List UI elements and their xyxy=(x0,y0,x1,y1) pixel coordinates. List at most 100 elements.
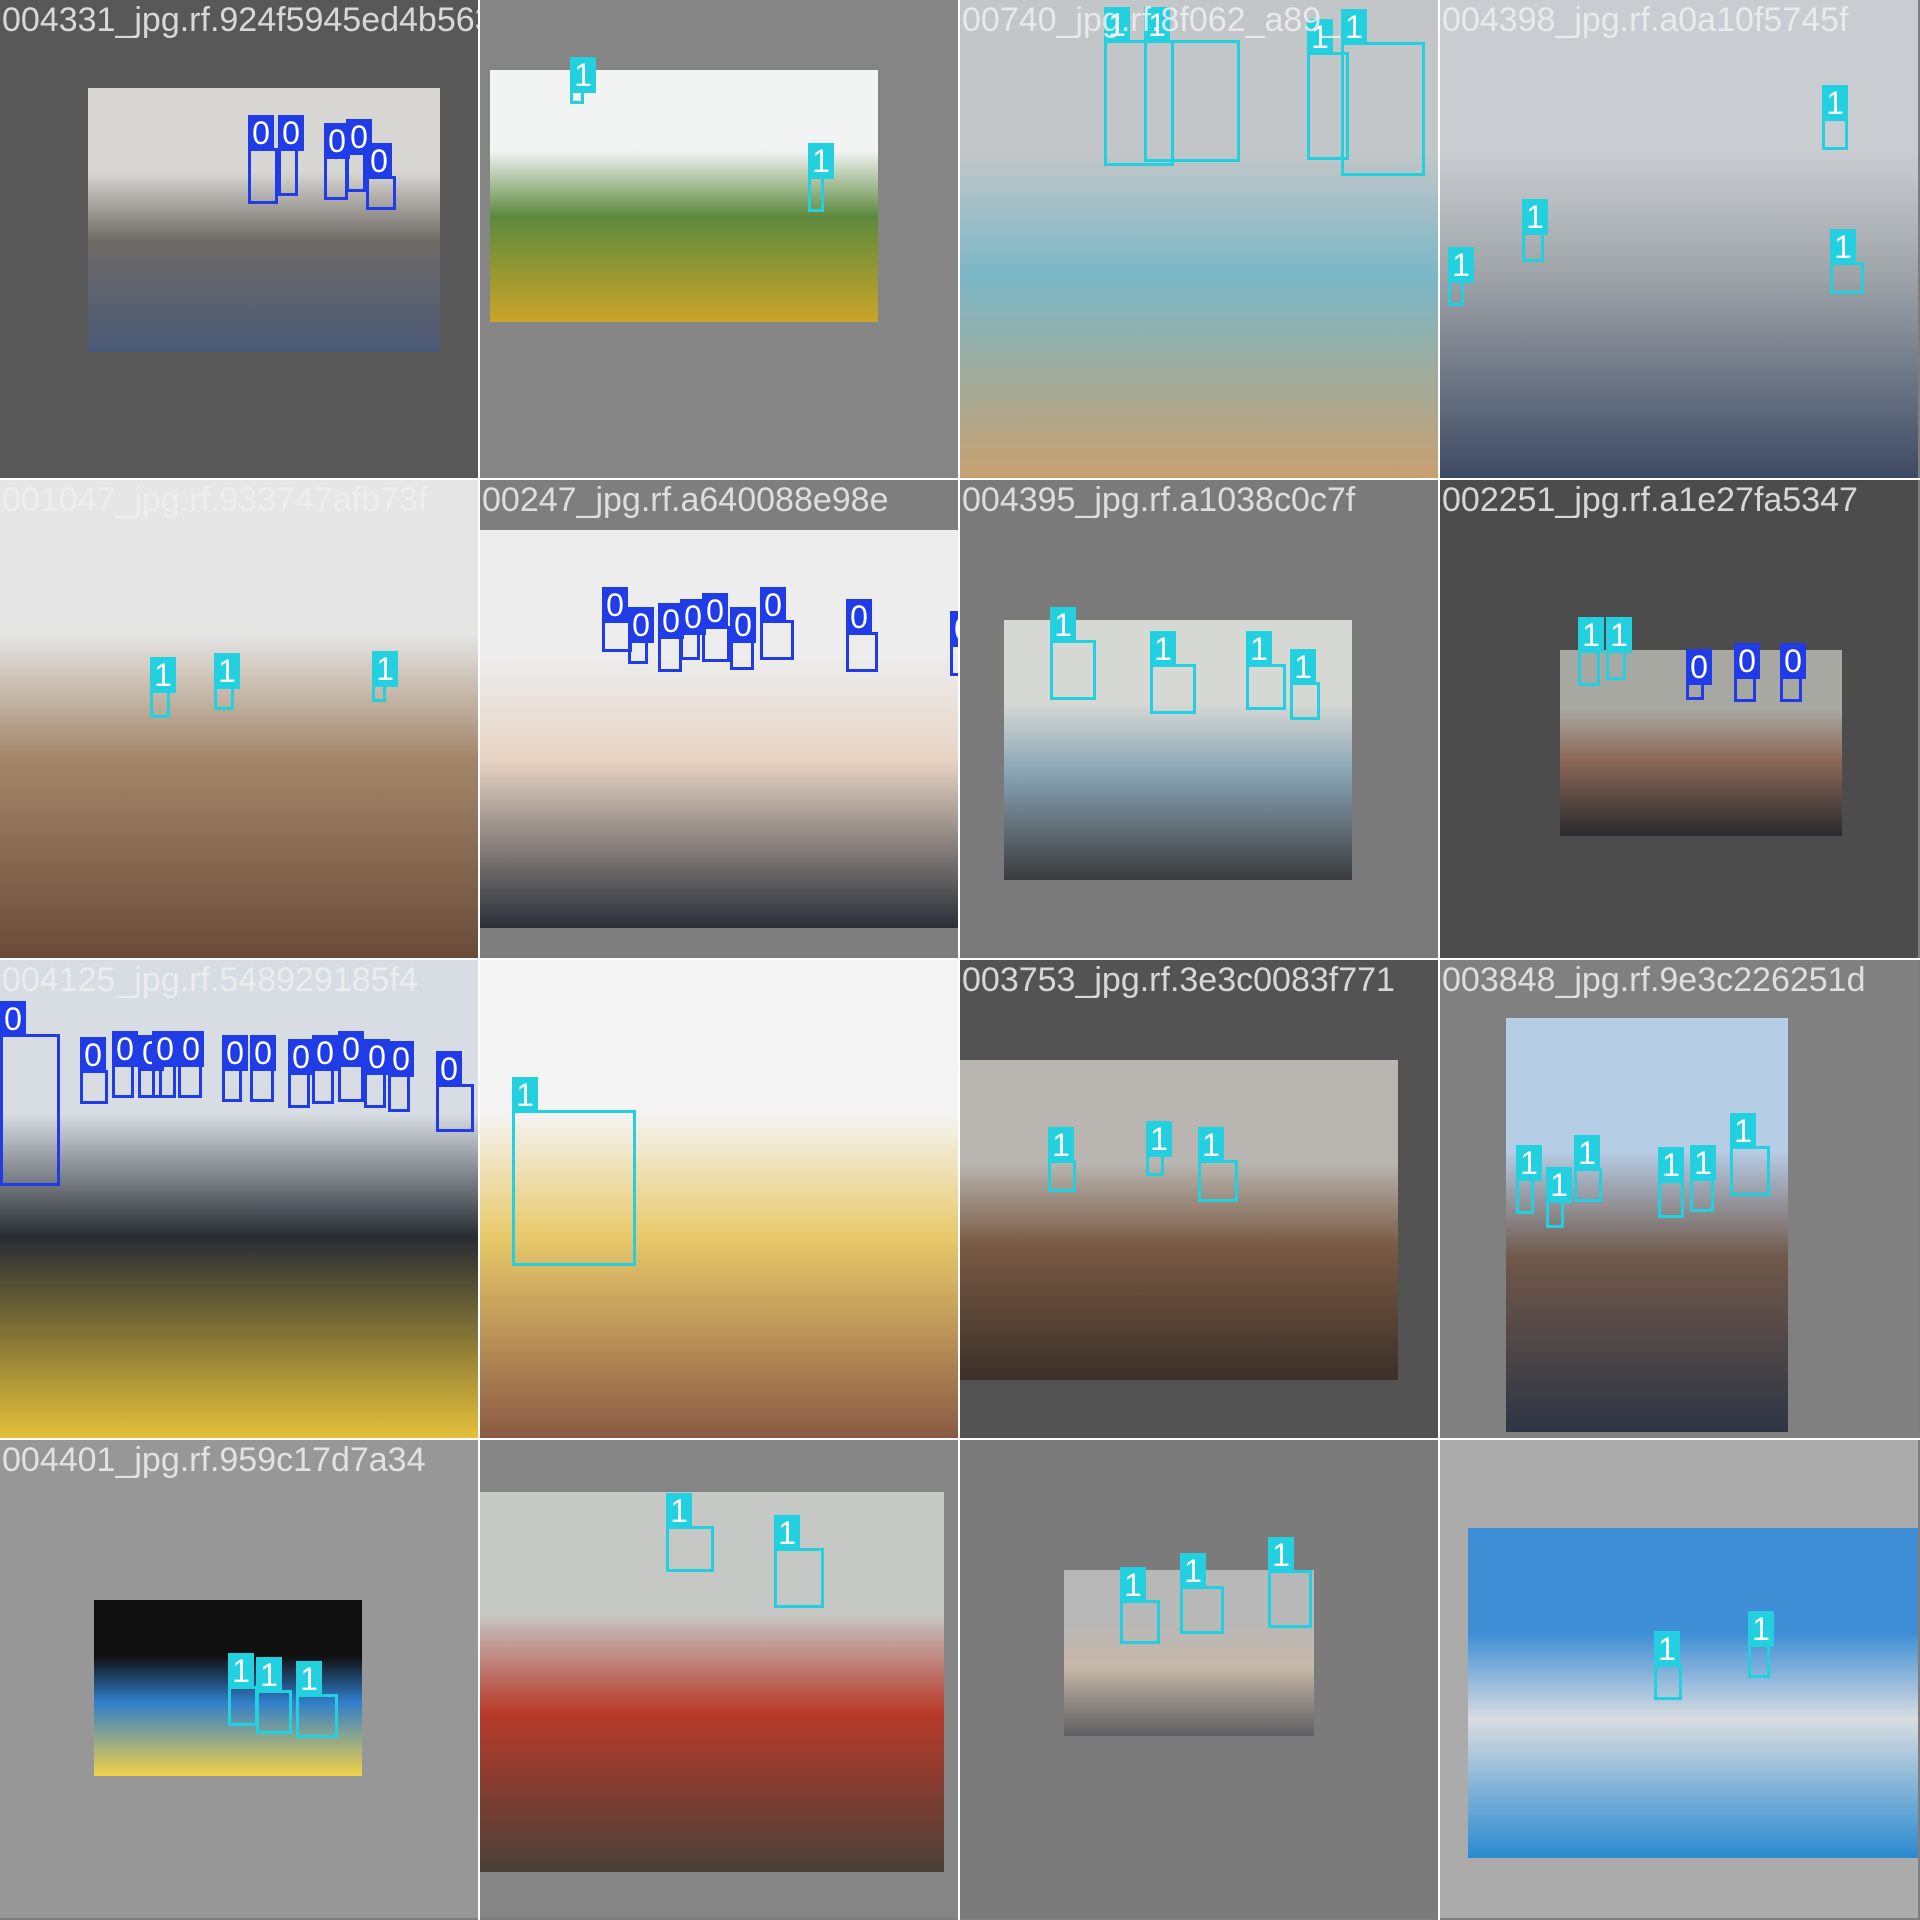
detection-box-class-0: 0 xyxy=(1686,649,1712,700)
tile-photo xyxy=(480,530,958,928)
detection-class-label: 0 xyxy=(222,1035,248,1071)
mosaic-tile[interactable]: 1 1 1 003753_jpg.rf.3e3c0083f771 xyxy=(960,960,1438,1438)
detection-class-label: 1 xyxy=(512,1077,538,1113)
detection-class-label: 0 xyxy=(846,599,872,635)
detection-box-class-0: 0 xyxy=(388,1041,414,1112)
detection-box-class-1: 1 xyxy=(1290,649,1320,720)
mosaic-tile[interactable]: 111 xyxy=(960,1440,1438,1918)
detection-class-label: 1 xyxy=(1307,19,1333,55)
detection-box-class-1: 1 xyxy=(1748,1611,1774,1678)
detection-box-class-0: 0 xyxy=(312,1035,338,1104)
detection-class-label: 1 xyxy=(1104,7,1130,43)
tile-photo xyxy=(0,960,478,1438)
detection-class-label: 0 xyxy=(602,587,628,623)
detection-box-class-1: 1 xyxy=(214,653,240,710)
detection-box-class-0: 0 xyxy=(1734,643,1760,702)
detection-box-class-1: 1 xyxy=(1144,7,1240,162)
detection-box-class-0: 0 xyxy=(278,115,304,196)
detection-box-class-1: 1 xyxy=(1578,617,1604,686)
tile-filename-caption: 003848_jpg.rf.9e3c226251d xyxy=(1442,961,1866,999)
detection-class-label: 1 xyxy=(570,57,596,93)
detection-class-label: 1 xyxy=(214,653,240,689)
detection-class-label: 1 xyxy=(1748,1611,1774,1647)
detection-class-label: 1 xyxy=(1730,1113,1756,1149)
grid-separator-vertical xyxy=(478,0,480,1920)
detection-box-class-1: 1 xyxy=(228,1653,258,1726)
detection-box-class-1: 1 xyxy=(666,1493,714,1572)
detection-class-label: 0 xyxy=(388,1041,414,1077)
detection-box-class-1: 1 xyxy=(1180,1553,1224,1634)
detection-box-class-1: 1 xyxy=(372,651,398,702)
detection-box-class-1: 1 xyxy=(512,1077,636,1266)
detection-box-class-1: 1 xyxy=(1246,631,1286,710)
detection-class-label: 1 xyxy=(666,1493,692,1529)
tile-photo xyxy=(1468,1528,1918,1858)
tile-filename-caption: 004395_jpg.rf.a1038c0c7f xyxy=(962,481,1356,519)
mosaic-tile[interactable]: 0 0 0 0 0 0 0 0 0 0 0 0 0 0 004125_jpg.rf.548929185f4 xyxy=(0,960,478,1438)
detection-class-label: 0 xyxy=(1686,649,1712,685)
detection-box-class-1: 1 xyxy=(1120,1567,1160,1644)
detection-box-class-0: 0 xyxy=(222,1035,248,1102)
detection-box-class-0: 0 xyxy=(112,1031,138,1098)
detection-class-label: 0 xyxy=(436,1051,462,1087)
detection-class-label: 0 xyxy=(760,587,786,623)
mosaic-tile[interactable]: 00000004331_jpg.rf.924f5945ed4b563212_jp… xyxy=(0,0,478,478)
detection-class-label: 1 xyxy=(1654,1631,1680,1667)
detection-box-class-0: 0 xyxy=(628,607,654,664)
mosaic-tile[interactable]: 1 1 1 1 004395_jpg.rf.a1038c0c7f xyxy=(960,480,1438,958)
mosaic-tile[interactable]: 1 1 0 0 0 002251_jpg.rf.a1e27fa5347 xyxy=(1440,480,1918,958)
detection-class-label: 1 xyxy=(774,1515,800,1551)
mosaic-tile[interactable]: 11 xyxy=(480,0,958,478)
detection-class-label: 0 xyxy=(152,1031,178,1067)
detection-class-label: 0 xyxy=(112,1031,138,1067)
detection-box-class-0: 0 xyxy=(730,607,756,670)
detection-box-class-0: 0 xyxy=(152,1031,178,1098)
tile-filename-caption: 002251_jpg.rf.a1e27fa5347 xyxy=(1442,481,1858,519)
detection-class-label: 0 xyxy=(288,1039,314,1075)
detection-class-label: 1 xyxy=(1050,607,1076,643)
detection-box-class-1: 1 xyxy=(1654,1631,1682,1700)
detection-class-label: 0 xyxy=(1780,643,1806,679)
mosaic-tile[interactable]: 1 1 1 004401_jpg.rf.959c17d7a34 xyxy=(0,1440,478,1918)
detection-box-class-0: 0 xyxy=(846,599,878,672)
detection-box-class-0: 0 xyxy=(658,603,684,672)
detection-box-class-0: 0 xyxy=(0,1001,60,1186)
tile-photo xyxy=(0,480,478,958)
detection-box-class-1: 1 xyxy=(808,143,834,212)
detection-box-class-1: 1 xyxy=(1268,1537,1312,1628)
detection-box-class-0: 0 xyxy=(80,1037,108,1104)
tile-filename-caption: 003753_jpg.rf.3e3c0083f771 xyxy=(962,961,1395,999)
detection-class-label: 1 xyxy=(1574,1135,1600,1171)
mosaic-tile[interactable]: 1 1 1 1 1 1 003848_jpg.rf.9e3c226251d xyxy=(1440,960,1918,1438)
detection-class-label: 1 xyxy=(1448,247,1474,283)
mosaic-tile[interactable]: 1 1 1 1 004398_jpg.rf.a0a10f5745f xyxy=(1440,0,1918,478)
detection-box-class-1: 1 xyxy=(1690,1145,1716,1212)
detection-class-label: 0 xyxy=(730,607,756,643)
detection-box-class-1: 1 xyxy=(1048,1127,1076,1192)
tile-filename-caption: 004331_jpg.rf.924f5945ed4b563212_jpg.rf.… xyxy=(2,1,478,39)
detection-box-class-0: 0 xyxy=(324,123,350,200)
detection-box-class-1: 1 xyxy=(1050,607,1096,700)
detection-box-class-1: 1 xyxy=(1198,1127,1238,1202)
grid-separator-horizontal xyxy=(0,478,1920,480)
detection-box-class-1: 1 xyxy=(1448,247,1474,306)
mosaic-tile[interactable]: 11 xyxy=(480,1440,958,1918)
detection-class-label: 1 xyxy=(1822,85,1848,121)
detection-box-class-1: 1 xyxy=(296,1661,338,1738)
detection-class-label: 1 xyxy=(1578,617,1604,653)
mosaic-tile[interactable]: 11 xyxy=(1440,1440,1918,1918)
detection-class-label: 1 xyxy=(1120,1567,1146,1603)
detection-box-class-1: 1 xyxy=(1822,85,1848,150)
tile-photo xyxy=(960,1060,1398,1380)
mosaic-tile[interactable]: 1 1 1 001047_jpg.rf.933747afb73f xyxy=(0,480,478,958)
detection-class-label: 0 xyxy=(312,1035,338,1071)
detection-class-label: 1 xyxy=(1546,1167,1572,1203)
mosaic-tile[interactable]: 1 xyxy=(480,960,958,1438)
detection-box-class-0: 0 xyxy=(248,115,278,204)
detection-box-class-1: 1 xyxy=(256,1657,292,1734)
detection-box-class-0: 0 xyxy=(366,143,396,210)
detection-class-label: 1 xyxy=(150,657,176,693)
mosaic-tile[interactable]: 1 1 1 1 00740_jpg.rf.8f062_a89_ xyxy=(960,0,1438,478)
detection-box-class-1: 1 xyxy=(150,657,176,718)
mosaic-tile[interactable]: 000000000000247_jpg.rf.a640088e98e xyxy=(480,480,958,958)
